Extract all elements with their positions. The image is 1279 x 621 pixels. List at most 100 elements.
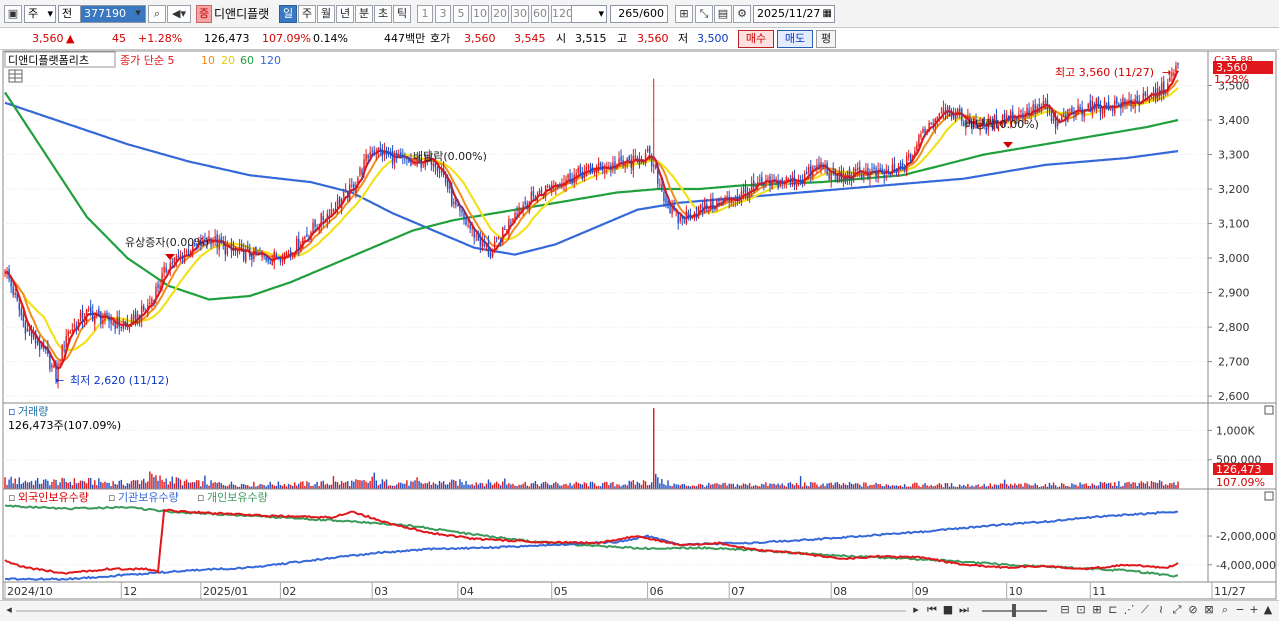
period-tab-4[interactable]: 분 — [355, 5, 373, 23]
interval-tab-20[interactable]: 20 — [491, 5, 509, 23]
volume-bar — [724, 482, 726, 489]
volume-bar — [936, 484, 938, 489]
layout-icon[interactable]: ⊟ — [1058, 602, 1072, 619]
tool-icon[interactable]: ⊠ — [1202, 602, 1216, 619]
open-value: 3,515 — [575, 32, 607, 45]
draw-line-icon[interactable]: ⤡ — [695, 5, 713, 23]
eval-button[interactable]: 평 — [816, 30, 836, 48]
chart-area[interactable]: 2,600 2,700 2,800 2,900 3,000 3,100 3,200 3,300… — [0, 50, 1279, 600]
volume-bar — [869, 484, 871, 489]
chart-type-icon[interactable]: ▣ — [4, 5, 22, 23]
buy-button[interactable]: 매수 — [738, 30, 774, 48]
candle-body — [752, 180, 755, 188]
candle-body — [116, 317, 118, 329]
candle-body — [245, 249, 247, 263]
stop-icon[interactable]: ■ — [941, 602, 955, 619]
volume-bar — [1016, 485, 1018, 489]
chevron-down-icon[interactable]: ▾ — [131, 5, 145, 23]
volume-bar — [706, 485, 708, 489]
pane-maximize-icon[interactable] — [1264, 405, 1274, 415]
candle-body — [351, 185, 353, 187]
volume-bar — [508, 483, 510, 489]
volume-bar — [514, 485, 516, 489]
candle-body — [118, 317, 120, 328]
erase-icon[interactable]: ⊘ — [1186, 602, 1200, 619]
volume-bar — [422, 483, 424, 489]
period-icon[interactable]: ⊏ — [1106, 602, 1120, 619]
interval-custom-select[interactable]: ▾ — [571, 5, 607, 23]
volume-bar — [771, 483, 773, 489]
rewind-icon[interactable]: ⏮ — [925, 602, 939, 619]
scroll-track[interactable] — [16, 610, 906, 612]
candle-body — [1028, 109, 1030, 116]
candle-body — [781, 179, 783, 184]
volume-bar — [77, 482, 80, 489]
interval-tab-3[interactable]: 3 — [435, 5, 451, 23]
search-icon[interactable]: ⌕ — [148, 5, 166, 23]
scroll-right-icon[interactable]: ▸ — [910, 602, 922, 619]
search-icon[interactable]: ⌕ — [1218, 602, 1232, 619]
period-tab-5[interactable]: 초 — [374, 5, 392, 23]
split-icon[interactable]: ⊡ — [1074, 602, 1088, 619]
volume-bar — [848, 482, 851, 489]
volume-bar — [659, 483, 661, 489]
zoom-in-icon[interactable]: ⊞ — [675, 5, 693, 23]
period-tab-6[interactable]: 틱 — [393, 5, 411, 23]
wave-icon[interactable]: ≀ — [1154, 602, 1168, 619]
volume-bar — [522, 483, 524, 489]
scroll-left-icon[interactable]: ◂ — [3, 602, 15, 619]
period-tab-1[interactable]: 주 — [298, 5, 316, 23]
candle-body — [626, 158, 628, 162]
zoom-out-icon[interactable]: − — [1233, 602, 1247, 619]
candle-body — [771, 179, 773, 189]
gear-icon[interactable]: ⚙ — [733, 5, 751, 23]
interval-tab-1[interactable]: 1 — [417, 5, 433, 23]
period-type-select[interactable]: 주 ▾ — [24, 5, 56, 23]
interval-tab-30[interactable]: 30 — [511, 5, 529, 23]
draw-icon[interactable]: ⤢ — [1170, 602, 1184, 619]
period-tab-3[interactable]: 년 — [336, 5, 354, 23]
candle-body — [710, 199, 712, 210]
grid-icon[interactable]: ⊞ — [1090, 602, 1104, 619]
fast-forward-icon[interactable]: ⏭ — [957, 602, 971, 619]
volume-bar — [667, 480, 669, 489]
candle-body — [559, 186, 561, 188]
candle-body — [1144, 92, 1147, 96]
candle-body — [750, 183, 753, 191]
candle-body — [1177, 62, 1179, 65]
candle-body — [740, 192, 743, 202]
save-icon[interactable]: ▤ — [714, 5, 732, 23]
interval-tab-60[interactable]: 60 — [531, 5, 549, 23]
trend-icon[interactable]: ⟋ — [1138, 602, 1152, 619]
volume-bar — [602, 483, 604, 489]
volume-bar — [389, 485, 392, 489]
cross-icon[interactable]: ⋰ — [1122, 602, 1136, 619]
candle-body — [908, 154, 910, 158]
pane-maximize-icon[interactable] — [1264, 491, 1274, 501]
zoom-in-icon[interactable]: + — [1247, 602, 1261, 619]
interval-tab-120[interactable]: 120 — [551, 5, 573, 23]
candle-body — [959, 108, 961, 112]
sound-icon[interactable]: ◀▾ — [167, 5, 191, 23]
sell-button[interactable]: 매도 — [777, 30, 813, 48]
candle-body — [1079, 106, 1081, 110]
candle-body — [271, 258, 273, 266]
candle-body — [1054, 117, 1057, 128]
period-tab-2[interactable]: 월 — [317, 5, 335, 23]
date-input[interactable]: 2025/11/27 ▦ — [753, 5, 835, 23]
interval-tab-10[interactable]: 10 — [471, 5, 489, 23]
volume-bar — [1152, 481, 1155, 489]
zoom-slider-handle[interactable] — [1012, 604, 1016, 617]
period-tab-0[interactable]: 일 — [279, 5, 297, 23]
volume-bar — [104, 481, 106, 489]
volume-bar — [795, 483, 798, 489]
volume-bar — [1158, 480, 1161, 489]
count-field[interactable]: 265/600 — [610, 5, 668, 23]
candle-body — [26, 328, 29, 332]
pan-icon[interactable]: ▲ — [1261, 602, 1275, 619]
volume-bar — [810, 482, 812, 489]
volume-bar — [838, 483, 841, 489]
volume-bar — [32, 484, 35, 489]
interval-tab-5[interactable]: 5 — [453, 5, 469, 23]
volume-bar — [1154, 482, 1157, 489]
